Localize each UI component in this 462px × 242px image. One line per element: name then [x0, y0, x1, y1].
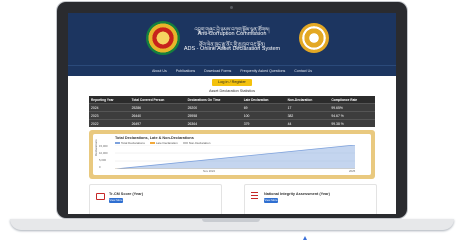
- col-total-covered: Total Covered Person: [129, 96, 186, 104]
- title-english-2: ADS - Online Asset Declaration System: [183, 46, 281, 52]
- col-non-declaration: Non-Declaration: [285, 96, 330, 104]
- col-compliance-rate: Compliance Rate: [329, 96, 375, 104]
- chart-title: Total Declarations, Late & Non-Declarati…: [115, 136, 194, 140]
- legend-swatch: [115, 142, 120, 144]
- nav-publications[interactable]: Publications: [176, 69, 195, 73]
- table-cell: 2023: [89, 111, 130, 120]
- login-register-button[interactable]: Log in / Register: [212, 79, 252, 86]
- y-axis-label: Declarations: [94, 139, 98, 156]
- table-cell: 99.65%: [329, 103, 375, 112]
- table-cell: 25200: [185, 103, 242, 112]
- camera-icon: [230, 6, 233, 9]
- book-icon: [96, 193, 105, 200]
- chart-plot: [115, 145, 355, 169]
- x-tick-label: 2025: [349, 169, 356, 173]
- legend-swatch: [149, 142, 155, 144]
- laptop-screen: འབྲུག་གཞུང་བྱེ་ཉམས་བཀག་སྡོམ་ལྷན་ཚོགས། An…: [68, 13, 396, 214]
- table-cell: 17: [285, 103, 330, 112]
- integrity-assessment-card: National Integrity Assessment (Year) Vie…: [244, 184, 377, 214]
- table-cell: 100: [241, 111, 286, 120]
- view-more-button[interactable]: View More: [264, 198, 278, 203]
- table-cell: 26440: [129, 111, 186, 120]
- table-cell: 44: [285, 119, 330, 127]
- stats-title: Asset Declaration Statistics: [208, 89, 255, 93]
- site-header: འབྲུག་གཞུང་བྱེ་ཉམས་བཀག་སྡོམ་ལྷན་ཚོགས། An…: [68, 13, 396, 65]
- view-more-button[interactable]: View More: [109, 198, 123, 203]
- card-title: National Integrity Assessment (Year): [264, 192, 330, 196]
- laptop-notch: [202, 219, 260, 222]
- col-late: Late Declaration: [241, 96, 286, 104]
- title-english-1: Anti-Corruption Commission: [197, 31, 267, 37]
- y-tick-label: 15,000: [99, 144, 108, 148]
- table-cell: 379: [241, 119, 286, 127]
- trcm-score-card: Tr-CM Score (Year) View More: [89, 184, 222, 214]
- y-tick-label: 10,000: [99, 151, 108, 155]
- nav-download-forms[interactable]: Download Forms: [204, 69, 231, 73]
- x-tick-label: Nov 2024: [203, 169, 215, 173]
- table-cell: 2022: [89, 119, 130, 127]
- nav-about-us[interactable]: About Us: [152, 69, 167, 73]
- col-on-time: Declarations On Time: [185, 96, 242, 104]
- table-cell: 99.38 %: [329, 119, 375, 127]
- chart-panel: Total Declarations, Late & Non-Declarati…: [89, 130, 375, 179]
- table-cell: 25286: [129, 103, 186, 112]
- chart-area: Total Declarations, Late & Non-Declarati…: [93, 134, 371, 175]
- card-title: Tr-CM Score (Year): [109, 192, 143, 196]
- nav-contact-us[interactable]: Contact Us: [294, 69, 312, 73]
- table-cell: 26497: [129, 119, 186, 127]
- table-cell: 94.67 %: [329, 111, 375, 120]
- table-row: 2023 26440 25958 100 382 94.67 %: [89, 111, 375, 120]
- table-cell: 69: [241, 103, 286, 112]
- cursor-icon: [303, 236, 307, 240]
- main-nav: About Us Publications Download Forms Fre…: [68, 65, 396, 76]
- nav-faq[interactable]: Frequently Asked Questions: [240, 69, 285, 73]
- y-tick-label: 5,000: [99, 158, 106, 162]
- table-cell: 25958: [185, 111, 242, 120]
- table-row: 2022 26497 26364 379 44 99.38 %: [89, 119, 375, 127]
- table-cell: 2024: [89, 103, 130, 112]
- stats-table: Reporting Year Total Covered Person Decl…: [89, 96, 375, 127]
- list-icon: [251, 192, 258, 199]
- col-reporting-year: Reporting Year: [89, 96, 130, 104]
- y-tick-label: 0: [99, 165, 101, 169]
- table-row: 2024 25286 25200 69 17 99.65%: [89, 103, 375, 112]
- legend-swatch: [182, 142, 188, 144]
- table-cell: 382: [285, 111, 330, 120]
- table-cell: 26364: [185, 119, 242, 127]
